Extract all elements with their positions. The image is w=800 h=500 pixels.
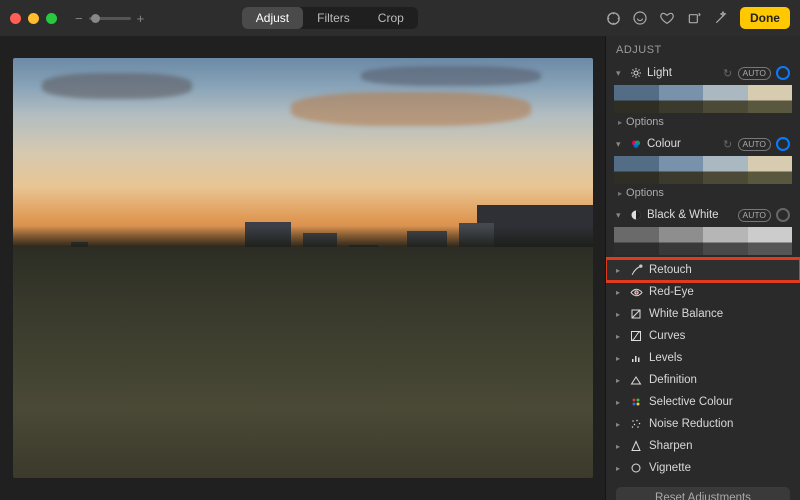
row-levels[interactable]: ▸ Levels: [606, 347, 800, 369]
bw-label: Black & White: [647, 209, 733, 221]
close-window-button[interactable]: [10, 13, 21, 24]
disclosure-icon: ▾: [616, 139, 624, 150]
light-enable-toggle[interactable]: [776, 66, 790, 80]
redeye-icon: [629, 285, 643, 299]
colour-label: Colour: [647, 138, 718, 150]
row-retouch[interactable]: ▸ Retouch: [606, 259, 800, 281]
bw-thumbnails[interactable]: [614, 227, 792, 255]
light-thumbnails[interactable]: [614, 85, 792, 113]
light-label: Light: [647, 67, 718, 79]
colour-thumbnails[interactable]: [614, 156, 792, 184]
definition-icon: [629, 373, 643, 387]
colour-options[interactable]: ▸Options: [614, 186, 792, 202]
vignette-icon: [629, 461, 643, 475]
photo-preview[interactable]: [13, 58, 593, 478]
toolbar-right: Done: [605, 7, 790, 29]
reset-adjustments-button[interactable]: Reset Adjustments: [616, 487, 790, 500]
row-selective[interactable]: ▸ Selective Colour: [606, 391, 800, 413]
row-curves[interactable]: ▸ Curves: [606, 325, 800, 347]
tab-crop[interactable]: Crop: [364, 7, 418, 29]
row-redeye[interactable]: ▸ Red-Eye: [606, 281, 800, 303]
bw-header[interactable]: ▾ Black & White AUTO: [614, 206, 792, 224]
colour-auto-button[interactable]: AUTO: [738, 138, 771, 151]
noise-icon: [629, 417, 643, 431]
bw-icon: [629, 209, 642, 222]
fullscreen-window-button[interactable]: [46, 13, 57, 24]
titlebar: − + Adjust Filters Crop Done: [0, 0, 800, 36]
section-colour: ▾ Colour ↺ AUTO ▸Options: [606, 133, 800, 204]
tab-adjust[interactable]: Adjust: [242, 7, 303, 29]
disclosure-icon: ▾: [616, 68, 624, 79]
tab-filters[interactable]: Filters: [303, 7, 364, 29]
row-definition[interactable]: ▸ Definition: [606, 369, 800, 391]
main-area: ADJUST ▾ Light ↺ AUTO ▸Options: [0, 36, 800, 500]
row-noise[interactable]: ▸ Noise Reduction: [606, 413, 800, 435]
light-options[interactable]: ▸Options: [614, 115, 792, 131]
magic-icon[interactable]: [713, 10, 730, 27]
row-sharpen[interactable]: ▸ Sharpen: [606, 435, 800, 457]
colour-icon: [629, 138, 642, 151]
sidebar-title: ADJUST: [606, 42, 800, 62]
retouch-icon: [629, 263, 643, 277]
info-icon[interactable]: [632, 10, 649, 27]
sharpen-icon: [629, 439, 643, 453]
mode-tabs: Adjust Filters Crop: [242, 7, 418, 29]
zoom-slider[interactable]: [89, 17, 131, 20]
selective-icon: [629, 395, 643, 409]
bw-enable-toggle[interactable]: [776, 208, 790, 222]
row-vignette[interactable]: ▸ Vignette: [606, 457, 800, 479]
section-bw: ▾ Black & White AUTO: [606, 204, 800, 259]
colour-enable-toggle[interactable]: [776, 137, 790, 151]
done-button[interactable]: Done: [740, 7, 790, 29]
colour-header[interactable]: ▾ Colour ↺ AUTO: [614, 135, 792, 153]
adjust-sidebar: ADJUST ▾ Light ↺ AUTO ▸Options: [605, 36, 800, 500]
canvas: [0, 36, 605, 500]
section-light: ▾ Light ↺ AUTO ▸Options: [606, 62, 800, 133]
undo-icon[interactable]: ↺: [723, 138, 732, 151]
favorite-icon[interactable]: [659, 10, 676, 27]
window-controls: [10, 13, 57, 24]
row-whitebalance[interactable]: ▸ White Balance: [606, 303, 800, 325]
auto-enhance-icon[interactable]: [605, 10, 622, 27]
whitebalance-icon: [629, 307, 643, 321]
light-header[interactable]: ▾ Light ↺ AUTO: [614, 64, 792, 82]
light-auto-button[interactable]: AUTO: [738, 67, 771, 80]
bw-auto-button[interactable]: AUTO: [738, 209, 771, 222]
light-icon: [629, 67, 642, 80]
zoom-in-icon[interactable]: +: [137, 11, 145, 26]
zoom-out-icon[interactable]: −: [75, 11, 83, 26]
zoom-control[interactable]: − +: [75, 11, 144, 26]
rotate-icon[interactable]: [686, 10, 703, 27]
undo-icon[interactable]: ↺: [723, 67, 732, 80]
minimize-window-button[interactable]: [28, 13, 39, 24]
levels-icon: [629, 351, 643, 365]
disclosure-icon: ▾: [616, 210, 624, 221]
curves-icon: [629, 329, 643, 343]
